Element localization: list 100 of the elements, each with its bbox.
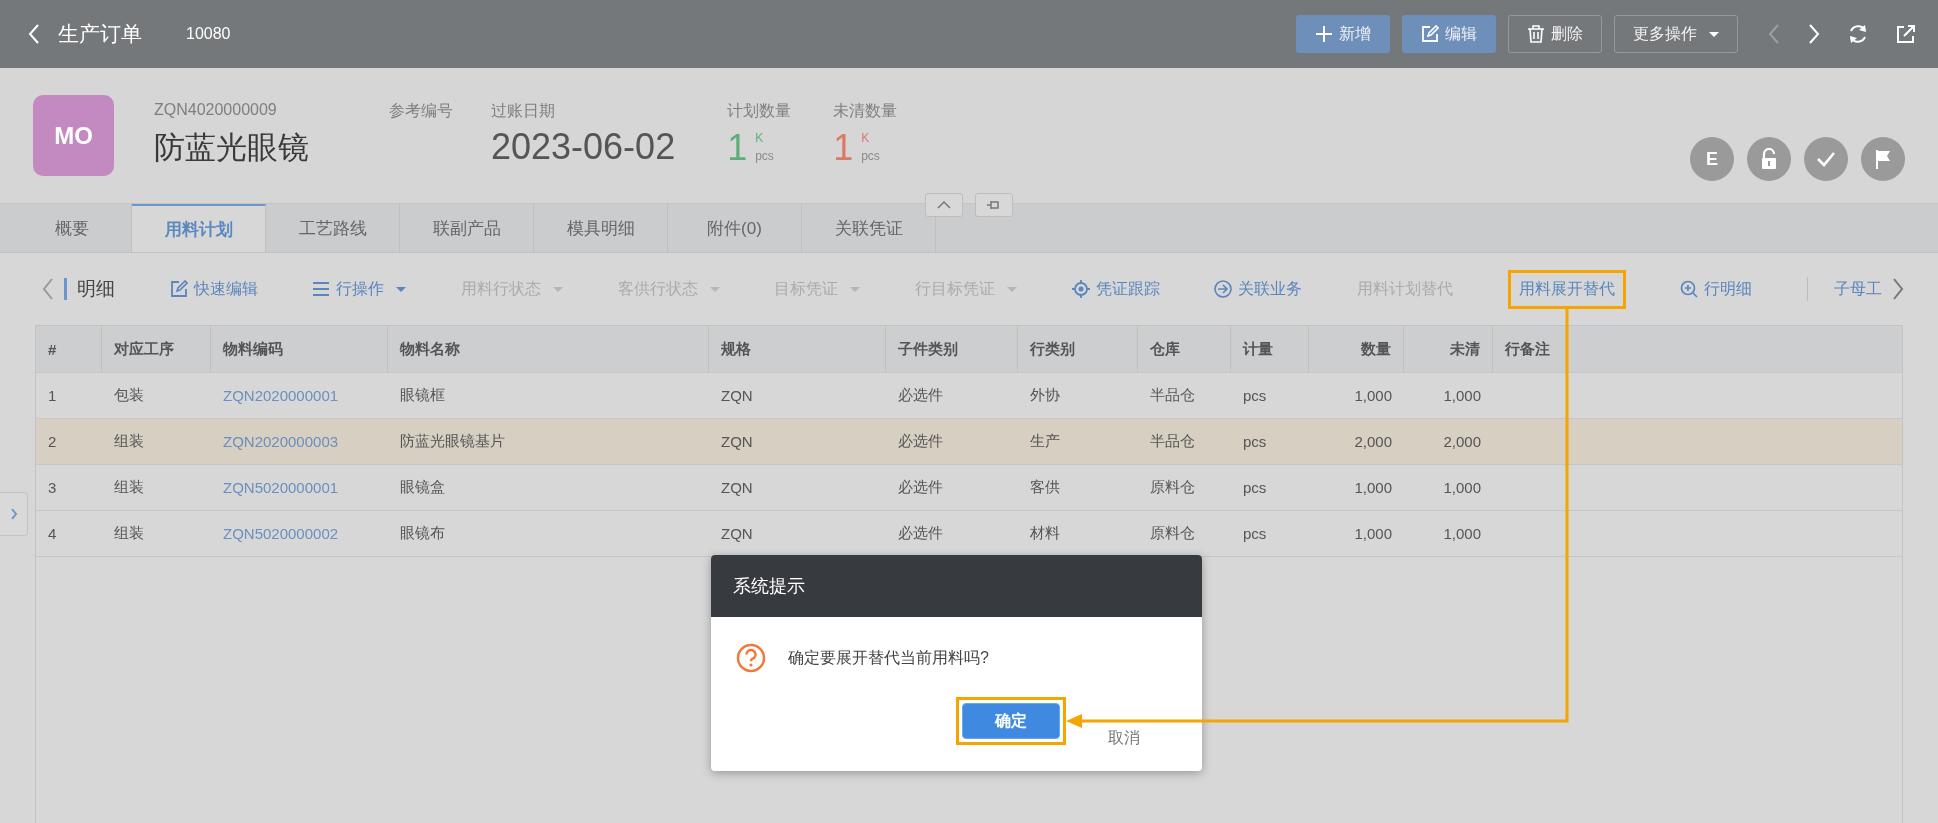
column-header[interactable]: 数量 xyxy=(1309,326,1404,372)
field-label: 计划数量 xyxy=(727,101,792,121)
table-cell-text: 眼镜盒 xyxy=(399,477,446,497)
chevron-left-icon xyxy=(42,277,54,301)
table-cell-text: 眼镜框 xyxy=(399,385,446,405)
order-number: 10080 xyxy=(186,25,231,43)
table-cell-text: ZQN xyxy=(720,386,754,406)
toolbar-button[interactable]: 快速编辑 xyxy=(169,278,258,300)
table-cell-text: 2 xyxy=(47,432,58,452)
lock-icon xyxy=(1747,137,1791,181)
status-badge: E xyxy=(1690,137,1734,181)
table-cell-text: 眼镜布 xyxy=(399,523,446,543)
table-cell-text: 材料 xyxy=(1029,523,1061,543)
question-icon xyxy=(736,643,766,673)
dialog-message: 确定要展开替代当前用料吗? xyxy=(788,647,989,668)
toolbar-button[interactable]: 编辑 xyxy=(1402,15,1496,53)
column-header[interactable]: 物料编码 xyxy=(211,326,388,372)
flag-icon xyxy=(1861,137,1905,181)
table-cell-text: 生产 xyxy=(1029,431,1061,451)
table-cell-text: pcs xyxy=(1242,524,1268,544)
table-cell-text: 原料仓 xyxy=(1149,523,1196,543)
expand-handle[interactable] xyxy=(0,492,28,536)
table-cell-text: 1,000 xyxy=(1442,478,1482,498)
table-cell-text: pcs xyxy=(1242,386,1268,406)
unit-label: pcs xyxy=(861,148,880,164)
tab[interactable]: 模具明细 xyxy=(534,204,668,252)
refresh-icon[interactable] xyxy=(1848,24,1868,44)
record-code: ZQN4020000009 xyxy=(154,101,278,119)
chevron-right-icon xyxy=(9,507,18,521)
table-cell-text: 组装 xyxy=(113,477,145,497)
column-header[interactable]: # xyxy=(36,326,102,372)
table-row[interactable]: 3 组装 ZQN5020000001 眼镜盒 ZQN 必选件 客供 原料仓 pcs 1,000 1,000 xyxy=(36,465,1902,511)
table-cell-text: ZQN xyxy=(720,524,754,544)
column-header[interactable]: 仓库 xyxy=(1138,326,1231,372)
material-code-link[interactable]: ZQN2020000003 xyxy=(211,419,388,464)
chevron-up-icon xyxy=(937,201,951,209)
tab[interactable]: 工艺路线 xyxy=(266,204,400,252)
table-cell-text: 3 xyxy=(47,478,58,498)
table-cell-text: 必选件 xyxy=(897,431,944,451)
pin-button[interactable] xyxy=(975,193,1013,217)
next-icon[interactable] xyxy=(1808,23,1820,45)
field-label: 未清数量 xyxy=(833,101,898,121)
plus-icon xyxy=(1315,25,1333,43)
zoom-in-icon xyxy=(1680,280,1699,298)
edit-icon xyxy=(1421,25,1439,43)
unit-prefix: K xyxy=(755,130,765,146)
list-icon xyxy=(312,280,331,298)
field-label: 参考编号 xyxy=(389,101,453,121)
table-cell-text: 客供 xyxy=(1029,477,1061,497)
column-header[interactable]: 未清 xyxy=(1404,326,1493,372)
toolbar-button[interactable]: 新增 xyxy=(1296,15,1390,53)
table-cell-text: 4 xyxy=(47,524,58,544)
column-header[interactable]: 计量 xyxy=(1231,326,1309,372)
table-cell-text: 1,000 xyxy=(1353,524,1393,544)
tab[interactable]: 联副产品 xyxy=(400,204,534,252)
back-icon xyxy=(28,23,40,45)
column-header[interactable]: 行备注 xyxy=(1493,326,1902,372)
material-code-link[interactable]: ZQN5020000002 xyxy=(211,511,388,556)
quantity-value: 1 xyxy=(727,126,748,170)
collapse-button[interactable] xyxy=(925,193,963,217)
table-cell-text: 组装 xyxy=(113,523,145,543)
column-header[interactable]: 物料名称 xyxy=(388,326,709,372)
toolbar-button[interactable]: 行操作 xyxy=(312,278,407,300)
caret-icon xyxy=(1006,286,1017,292)
table-cell-text: pcs xyxy=(1242,478,1268,498)
column-header[interactable]: 对应工序 xyxy=(102,326,211,372)
tab[interactable]: 用料计划 xyxy=(132,204,266,252)
table-cell-text: 1,000 xyxy=(1353,478,1393,498)
trash-icon xyxy=(1527,25,1545,43)
column-header[interactable]: 子件类别 xyxy=(886,326,1018,372)
toolbar-button[interactable]: 子母工 xyxy=(1833,278,1882,300)
share-icon[interactable] xyxy=(1896,24,1916,44)
toolbar-button[interactable]: 更多操作 xyxy=(1614,15,1738,53)
table-cell-text: 2,000 xyxy=(1442,432,1482,452)
table-cell-text: 半品仓 xyxy=(1149,385,1196,405)
table-cell-text: ZQN xyxy=(720,478,754,498)
table-cell-text: 1,000 xyxy=(1442,524,1482,544)
unit-label: pcs xyxy=(755,148,774,164)
table-cell-text: 外协 xyxy=(1029,385,1061,405)
column-header[interactable]: 行类别 xyxy=(1018,326,1138,372)
toolbar-button[interactable]: 关联业务 xyxy=(1214,278,1303,300)
cancel-link[interactable]: 取消 xyxy=(1108,729,1140,747)
chevron-right-icon xyxy=(1891,277,1904,301)
caret-icon xyxy=(709,286,720,292)
avatar: MO xyxy=(33,95,114,176)
toolbar-button[interactable]: 行明细 xyxy=(1680,278,1753,300)
page-title: 生产订单 xyxy=(58,21,142,47)
table-cell-text: pcs xyxy=(1242,432,1268,452)
toolbar-button[interactable]: 删除 xyxy=(1508,15,1602,53)
table-cell-text: 包装 xyxy=(113,385,145,405)
table-row[interactable]: 2 组装 ZQN2020000003 防蓝光眼镜基片 ZQN 必选件 生产 半品仓 pcs 2,000 2,000 xyxy=(36,419,1902,465)
toolbar-button[interactable]: 用料展开替代 xyxy=(1518,278,1615,300)
record-name: 防蓝光眼镜 xyxy=(154,129,309,167)
material-code-link[interactable]: ZQN2020000001 xyxy=(211,373,388,418)
confirm-button[interactable]: 确定 xyxy=(962,703,1060,739)
material-code-link[interactable]: ZQN5020000001 xyxy=(211,465,388,510)
toolbar-button[interactable]: 凭证跟踪 xyxy=(1071,278,1160,300)
tab[interactable]: 附件(0) xyxy=(668,204,802,252)
column-header[interactable]: 规格 xyxy=(709,326,886,372)
table-cell-text: 防蓝光眼镜基片 xyxy=(399,431,506,451)
